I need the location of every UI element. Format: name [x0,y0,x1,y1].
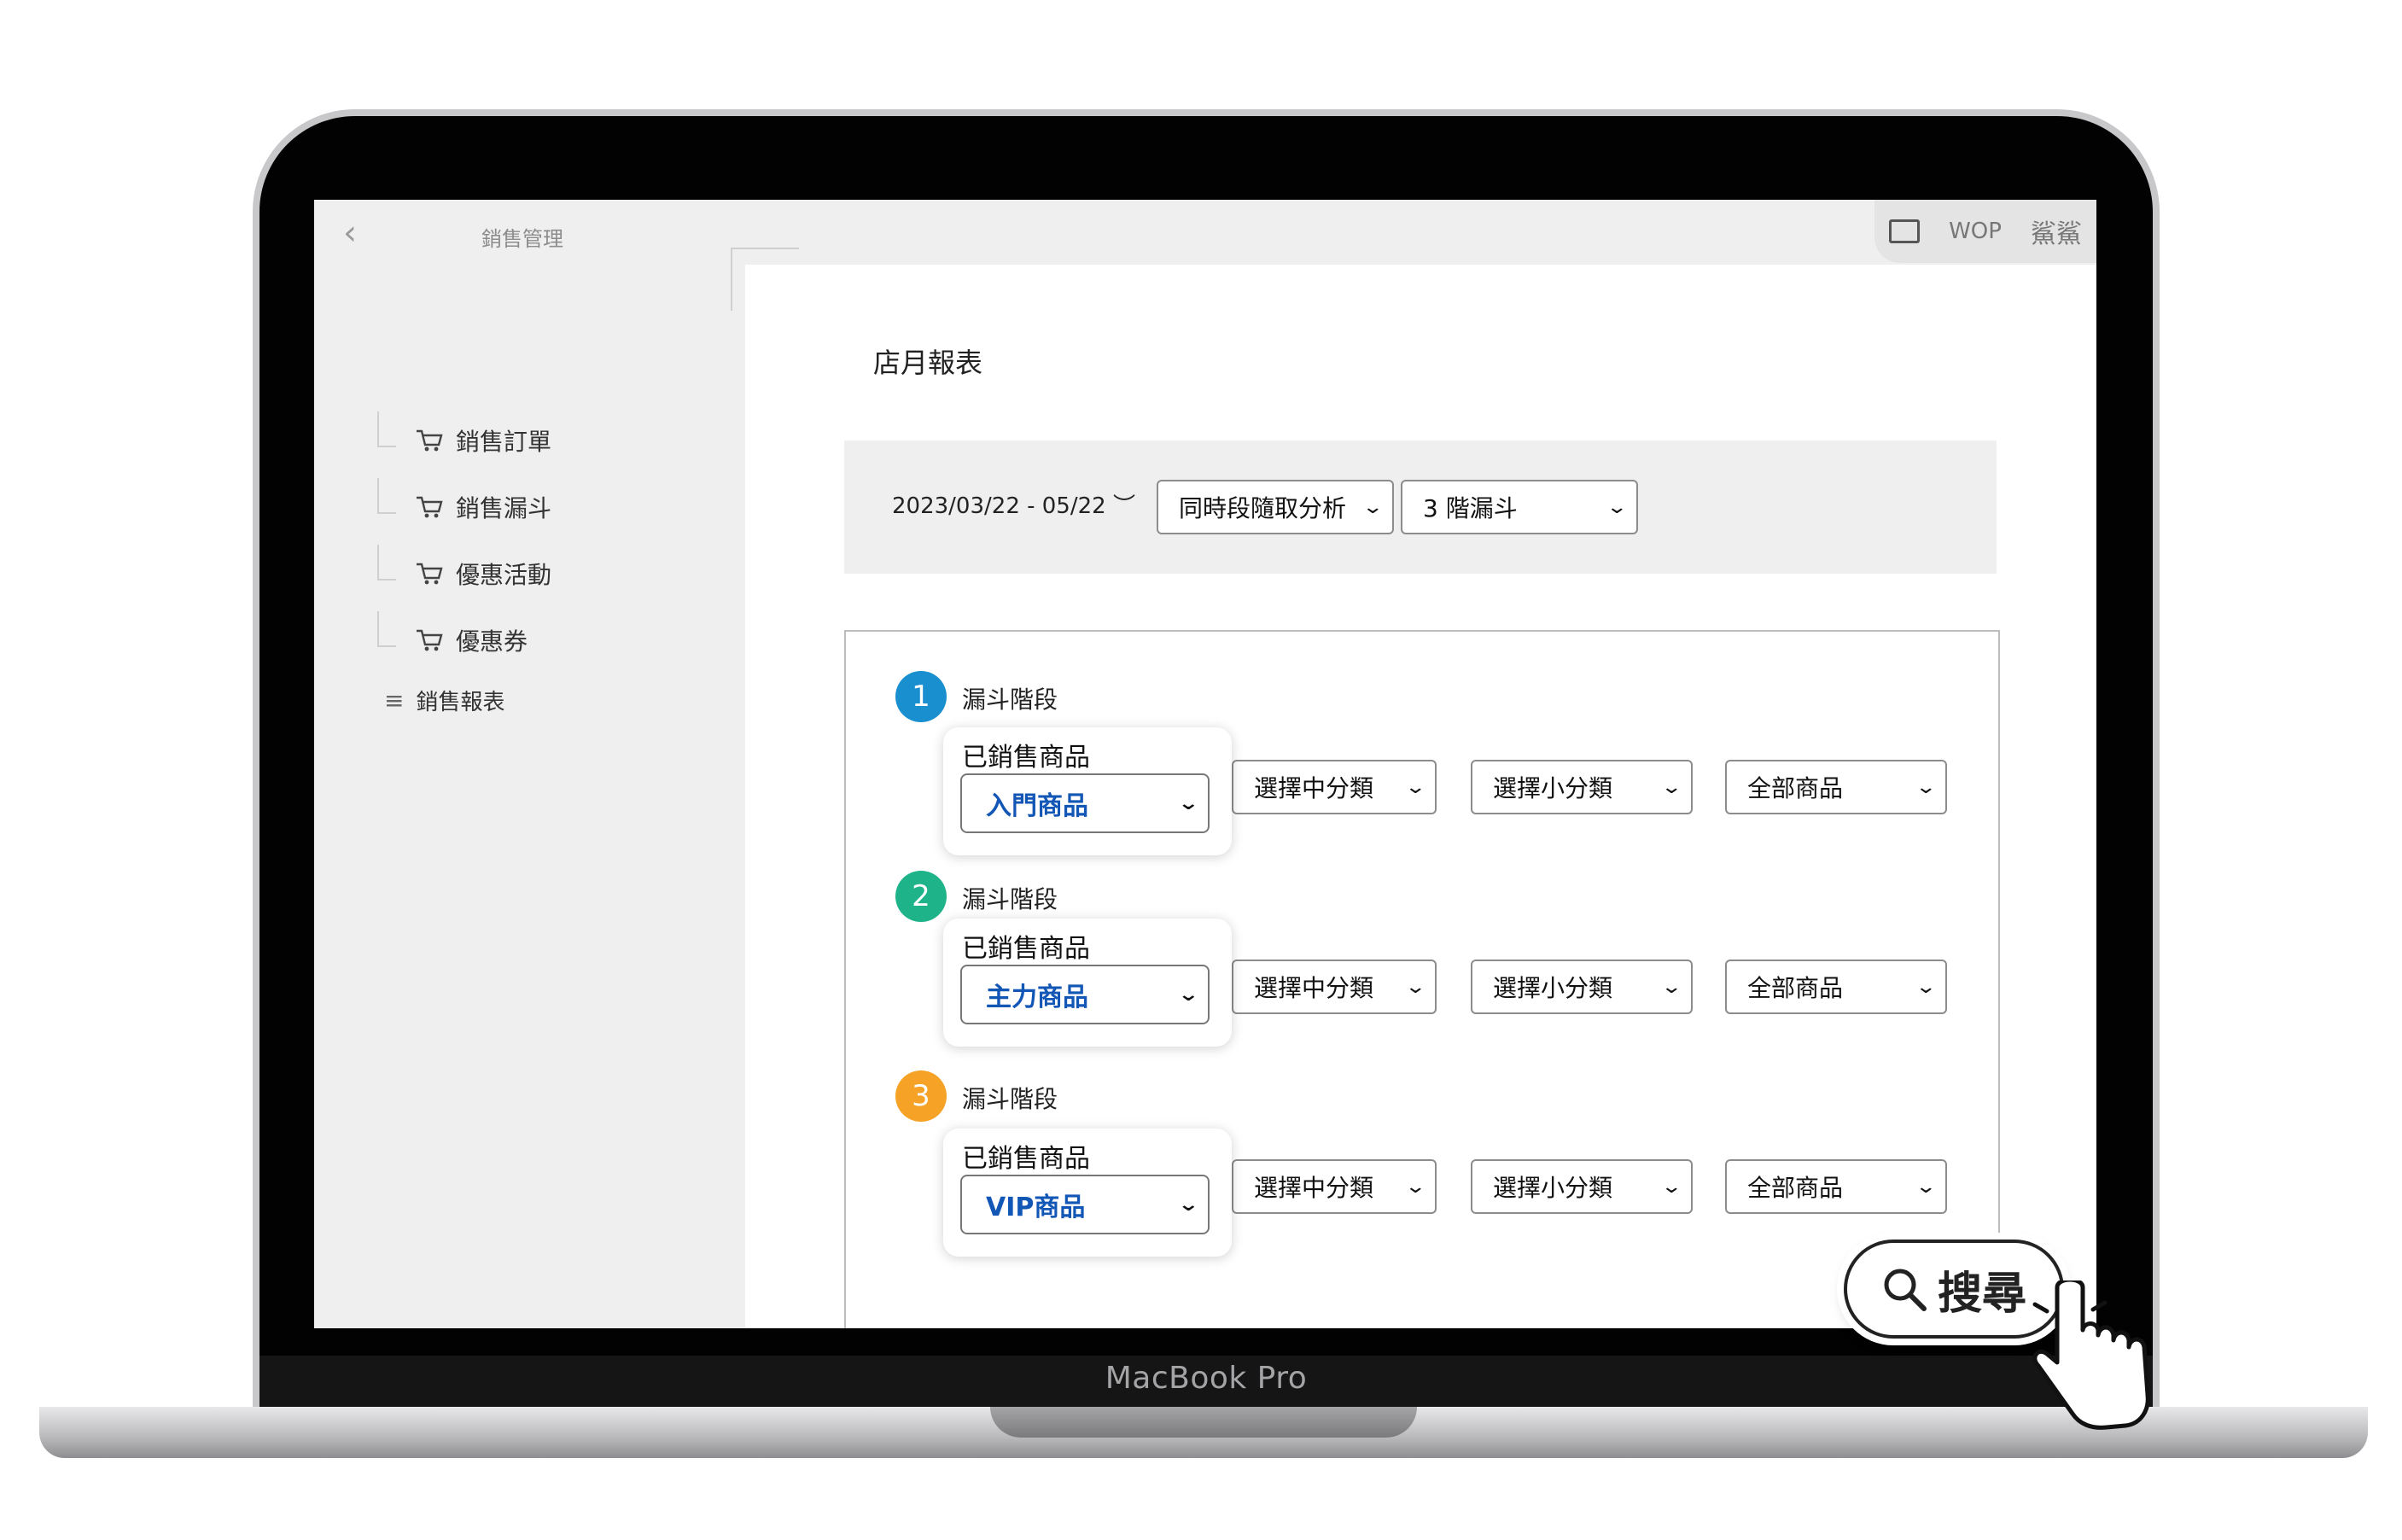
chevron-down-icon: ⌄ [1605,496,1628,518]
sidebar: ‹ 銷售管理 銷售訂單 銷售漏斗 優惠活動 優惠券 ≡ 銷售報表 [314,200,744,1328]
small-category-select[interactable]: 選擇小分類 ⌄ [1471,1159,1693,1214]
sold-products-card: 已銷售商品 入門商品 ⌄ [943,727,1232,855]
chevron-down-icon: ⌄ [1176,792,1199,814]
chevron-down-icon: ⌄ [1659,1175,1682,1198]
chevron-down-icon: ⌄ [1914,976,1937,998]
step-number-badge: 2 [895,871,947,922]
chevron-down-icon: ⌄ [1403,976,1426,998]
chevron-down-icon: ⌄ [1914,776,1937,798]
mid-category-select[interactable]: 選擇中分類 ⌄ [1232,960,1437,1014]
chevron-down-icon: ⌄ [1176,1193,1199,1216]
sidebar-item-label: 銷售訂單 [456,428,552,456]
step-label: 漏斗階段 [962,885,1058,913]
page-title: 店月報表 [873,347,983,379]
cart-icon [417,563,443,585]
products-select[interactable]: 全部商品 ⌄ [1725,760,1947,814]
screen: ‹ 銷售管理 銷售訂單 銷售漏斗 優惠活動 優惠券 ≡ 銷售報表 WOP 鯊鯊 … [314,200,2096,1328]
step-label: 漏斗階段 [962,1085,1058,1113]
sold-products-title: 已銷售商品 [962,1144,1090,1174]
search-icon [1884,1269,1927,1311]
mid-category-select[interactable]: 選擇中分類 ⌄ [1232,760,1437,814]
user-name[interactable]: 鯊鯊 [2031,213,2082,250]
logo: WOP [1949,219,2002,244]
mid-category-select[interactable]: 選擇中分類 ⌄ [1232,1159,1437,1214]
sold-products-title: 已銷售商品 [962,743,1090,773]
main-content: 店月報表 2023/03/22 - 05/22 ︶ 同時段隨取分析 ⌄ 3 階漏斗… [745,265,2096,1328]
sidebar-item-sales-report[interactable]: ≡ 銷售報表 [384,685,504,716]
sold-products-select[interactable]: 入門商品 ⌄ [960,773,1210,833]
step-number-badge: 3 [895,1070,947,1122]
sold-products-card: 已銷售商品 主力商品 ⌄ [943,919,1232,1047]
sold-products-card: 已銷售商品 VIP商品 ⌄ [943,1129,1232,1257]
sidebar-item-label: 優惠券 [456,627,528,656]
step-label: 漏斗階段 [962,685,1058,714]
sidebar-title: 銷售管理 [481,227,563,251]
list-icon: ≡ [384,686,405,715]
chevron-down-icon: ⌄ [1403,776,1426,798]
chat-icon[interactable] [1889,219,1921,243]
small-category-select[interactable]: 選擇小分類 ⌄ [1471,960,1693,1014]
sidebar-item-promotions[interactable]: 優惠活動 [377,545,552,599]
sold-products-select[interactable]: 主力商品 ⌄ [960,965,1210,1024]
chevron-down-icon: ⌄ [1403,1175,1426,1198]
chevron-down-icon: ⌄ [1361,496,1384,518]
filter-bar: 2023/03/22 - 05/22 ︶ 同時段隨取分析 ⌄ 3 階漏斗 ⌄ [844,440,1997,574]
funnel-stages-panel: 1 漏斗階段 選擇中分類 ⌄ 選擇小分類 ⌄ 全部商品 ⌄ 已銷售商品 入門商品 ⌄ 2… [844,630,2000,1328]
step-number-badge: 1 [895,671,947,722]
laptop-chin: MacBook Pro [259,1356,2153,1407]
sidebar-item-sales-funnel[interactable]: 銷售漏斗 [377,478,552,533]
sidebar-item-sales-orders[interactable]: 銷售訂單 [377,411,552,466]
sold-products-select[interactable]: VIP商品 ⌄ [960,1175,1210,1234]
sidebar-item-label: 優惠活動 [456,561,552,589]
products-select[interactable]: 全部商品 ⌄ [1725,960,1947,1014]
header-user-area: WOP 鯊鯊 [1874,200,2096,263]
chevron-down-icon: ⌄ [1659,776,1682,798]
laptop-notch [990,1407,1417,1438]
chevron-down-icon: ⌄ [1659,976,1682,998]
small-category-select[interactable]: 選擇小分類 ⌄ [1471,760,1693,814]
chevron-down-icon: ⌄ [1176,983,1199,1006]
products-select[interactable]: 全部商品 ⌄ [1725,1159,1947,1214]
sidebar-item-label: 銷售報表 [416,690,505,715]
cart-icon [417,429,443,452]
chevron-down-icon: ⌄ [1914,1175,1937,1198]
cart-icon [417,629,443,651]
chevron-left-icon[interactable]: ‹ [343,213,357,253]
sidebar-item-label: 銷售漏斗 [456,494,552,522]
analysis-mode-select[interactable]: 同時段隨取分析 ⌄ [1157,480,1394,534]
cart-icon [417,496,443,518]
pointer-hand-icon [2032,1280,2150,1430]
funnel-levels-select[interactable]: 3 階漏斗 ⌄ [1401,480,1638,534]
sidebar-item-coupons[interactable]: 優惠券 [377,611,528,666]
date-range-picker[interactable]: 2023/03/22 - 05/22 ︶ [892,488,1135,520]
device-label: MacBook Pro [1105,1361,1308,1396]
sold-products-title: 已銷售商品 [962,934,1090,964]
